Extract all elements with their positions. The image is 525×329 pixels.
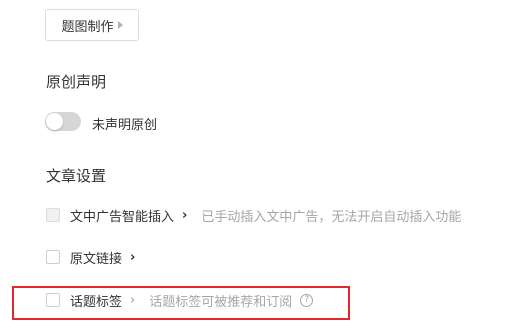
setting-row-source-link: 原文链接 › [46, 247, 135, 267]
topic-tags-hint: 话题标签可被推荐和订阅 [149, 294, 293, 310]
chevron-right-icon[interactable]: › [182, 208, 187, 223]
cover-design-label: 题图制作 [61, 19, 114, 35]
article-settings-title: 文章设置 [46, 167, 107, 185]
original-toggle[interactable] [45, 112, 81, 131]
ad-insert-label[interactable]: 文中广告智能插入 [70, 206, 174, 225]
original-section-title: 原创声明 [46, 73, 107, 91]
original-toggle-label: 未声明原创 [92, 118, 158, 133]
setting-row-topic-tags: 话题标签 › 话题标签可被推荐和订阅 ? [46, 290, 314, 310]
toggle-knob [46, 113, 63, 130]
topic-tags-checkbox[interactable] [46, 293, 60, 307]
chevron-right-icon[interactable]: › [130, 293, 135, 308]
setting-row-ad-insert: 文中广告智能插入 › 已手动插入文中广告，无法开启自动插入功能 [46, 205, 461, 225]
source-link-checkbox[interactable] [46, 250, 60, 264]
cover-design-button[interactable]: 题图制作 [45, 9, 139, 41]
ad-insert-hint: 已手动插入文中广告，无法开启自动插入功能 [201, 209, 462, 225]
chevron-right-icon[interactable]: › [130, 250, 135, 265]
topic-tags-label[interactable]: 话题标签 [70, 291, 122, 310]
ad-insert-checkbox[interactable] [46, 208, 60, 222]
help-icon[interactable]: ? [300, 293, 314, 307]
caret-right-icon [117, 21, 123, 29]
source-link-label[interactable]: 原文链接 [70, 248, 122, 267]
